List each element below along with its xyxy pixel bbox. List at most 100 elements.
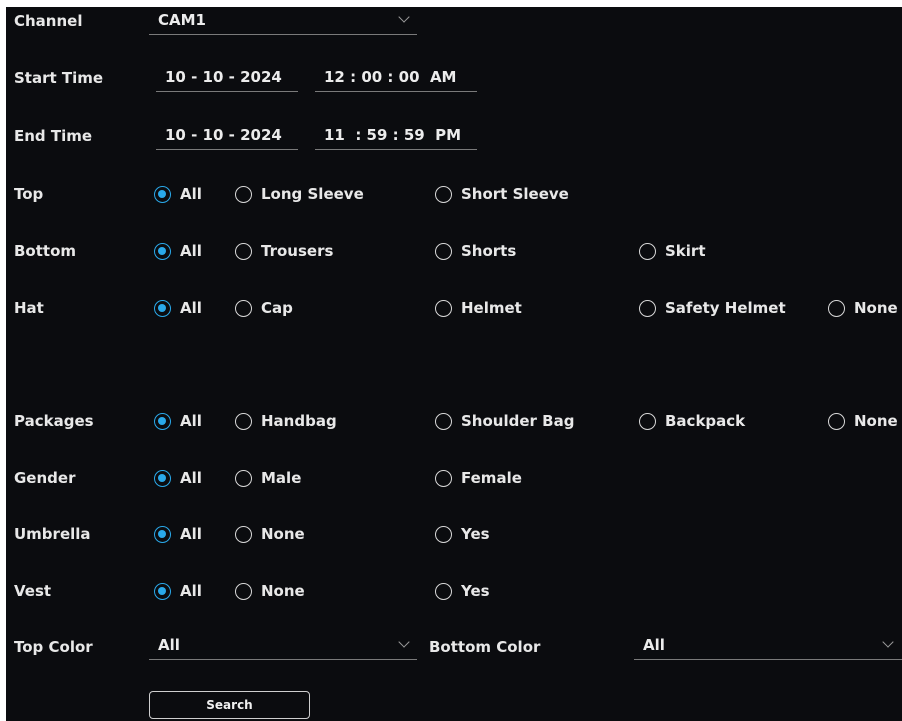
- hat-label: Hat: [14, 299, 44, 317]
- hat-option-helmet[interactable]: Helmet: [435, 297, 522, 319]
- hat-option-none[interactable]: None: [828, 297, 898, 319]
- start-time-field[interactable]: 12 : 00 : 00 AM: [315, 66, 477, 92]
- start-time-label: Start Time: [14, 69, 104, 87]
- option-label: All: [180, 582, 202, 600]
- option-label: Backpack: [665, 412, 746, 430]
- packages-option-handbag[interactable]: Handbag: [235, 410, 337, 432]
- radio-unselected-icon: [828, 299, 845, 317]
- option-label: Handbag: [261, 412, 337, 430]
- radio-unselected-icon: [435, 469, 452, 487]
- top-option-long-sleeve[interactable]: Long Sleeve: [235, 183, 364, 205]
- radio-unselected-icon: [235, 582, 252, 600]
- gender-option-female[interactable]: Female: [435, 467, 522, 489]
- radio-unselected-icon: [435, 412, 452, 430]
- option-label: Helmet: [461, 299, 522, 317]
- top-option-short-sleeve[interactable]: Short Sleeve: [435, 183, 569, 205]
- option-label: All: [180, 469, 202, 487]
- radio-unselected-icon: [235, 299, 252, 317]
- top-color-value: All: [158, 636, 180, 654]
- bottom-color-label: Bottom Color: [429, 638, 541, 656]
- hat-option-safety-helmet[interactable]: Safety Helmet: [639, 297, 786, 319]
- bottom-color-value: All: [643, 636, 665, 654]
- chevron-down-icon: [398, 636, 410, 648]
- option-label: Trousers: [261, 242, 334, 260]
- option-label: None: [261, 582, 305, 600]
- radio-unselected-icon: [235, 525, 252, 543]
- option-label: Yes: [461, 525, 490, 543]
- search-panel: Channel CAM1 Start Time 10 - 10 - 2024 1…: [6, 7, 902, 721]
- option-label: Shorts: [461, 242, 517, 260]
- option-label: All: [180, 412, 202, 430]
- option-label: All: [180, 185, 202, 203]
- gender-option-all[interactable]: All: [154, 467, 202, 489]
- umbrella-label: Umbrella: [14, 525, 91, 543]
- top-color-label: Top Color: [14, 638, 93, 656]
- vest-option-none[interactable]: None: [235, 580, 305, 602]
- radio-selected-icon: [154, 242, 171, 260]
- umbrella-option-none[interactable]: None: [235, 523, 305, 545]
- bottom-option-trousers[interactable]: Trousers: [235, 240, 333, 262]
- radio-selected-icon: [154, 582, 171, 600]
- radio-unselected-icon: [235, 469, 252, 487]
- option-label: All: [180, 525, 202, 543]
- radio-selected-icon: [154, 299, 171, 317]
- vest-option-all[interactable]: All: [154, 580, 202, 602]
- radio-selected-icon: [154, 469, 171, 487]
- option-label: Yes: [461, 582, 490, 600]
- top-label: Top: [14, 185, 44, 203]
- end-time-field[interactable]: 11 : 59 : 59 PM: [315, 124, 477, 150]
- bottom-option-skirt[interactable]: Skirt: [639, 240, 706, 262]
- option-label: Long Sleeve: [261, 185, 364, 203]
- radio-selected-icon: [154, 412, 171, 430]
- chevron-down-icon: [398, 11, 410, 23]
- bottom-option-shorts[interactable]: Shorts: [435, 240, 516, 262]
- top-option-all[interactable]: All: [154, 183, 202, 205]
- bottom-option-all[interactable]: All: [154, 240, 202, 262]
- radio-unselected-icon: [639, 299, 656, 317]
- radio-unselected-icon: [235, 412, 252, 430]
- radio-unselected-icon: [435, 525, 452, 543]
- option-label: Skirt: [665, 242, 706, 260]
- vest-option-yes[interactable]: Yes: [435, 580, 490, 602]
- radio-unselected-icon: [435, 185, 452, 203]
- option-label: All: [180, 242, 202, 260]
- hat-option-cap[interactable]: Cap: [235, 297, 293, 319]
- end-time-label: End Time: [14, 127, 93, 145]
- umbrella-option-yes[interactable]: Yes: [435, 523, 490, 545]
- start-date-value: 10 - 10 - 2024: [165, 68, 282, 86]
- option-label: All: [180, 299, 202, 317]
- option-label: Safety Helmet: [665, 299, 786, 317]
- radio-selected-icon: [154, 525, 171, 543]
- search-button[interactable]: Search: [149, 691, 310, 719]
- packages-option-backpack[interactable]: Backpack: [639, 410, 745, 432]
- channel-value: CAM1: [158, 11, 206, 29]
- start-date-field[interactable]: 10 - 10 - 2024: [156, 66, 298, 92]
- channel-label: Channel: [14, 12, 83, 30]
- gender-label: Gender: [14, 469, 76, 487]
- radio-unselected-icon: [639, 242, 656, 260]
- option-label: Female: [461, 469, 522, 487]
- radio-unselected-icon: [639, 412, 656, 430]
- packages-option-shoulder-bag[interactable]: Shoulder Bag: [435, 410, 574, 432]
- packages-option-none[interactable]: None: [828, 410, 898, 432]
- end-date-field[interactable]: 10 - 10 - 2024: [156, 124, 298, 150]
- option-label: Short Sleeve: [461, 185, 569, 203]
- option-label: None: [854, 299, 898, 317]
- option-label: Cap: [261, 299, 293, 317]
- bottom-label: Bottom: [14, 242, 77, 260]
- hat-option-all[interactable]: All: [154, 297, 202, 319]
- packages-option-all[interactable]: All: [154, 410, 202, 432]
- option-label: Shoulder Bag: [461, 412, 575, 430]
- gender-option-male[interactable]: Male: [235, 467, 301, 489]
- umbrella-option-all[interactable]: All: [154, 523, 202, 545]
- option-label: None: [261, 525, 305, 543]
- start-time-value: 12 : 00 : 00 AM: [324, 68, 457, 86]
- channel-select[interactable]: CAM1: [149, 9, 417, 35]
- top-color-select[interactable]: All: [149, 634, 417, 660]
- packages-label: Packages: [14, 412, 94, 430]
- radio-unselected-icon: [235, 185, 252, 203]
- end-date-value: 10 - 10 - 2024: [165, 126, 282, 144]
- radio-unselected-icon: [235, 242, 252, 260]
- bottom-color-select[interactable]: All: [634, 634, 902, 660]
- radio-unselected-icon: [435, 582, 452, 600]
